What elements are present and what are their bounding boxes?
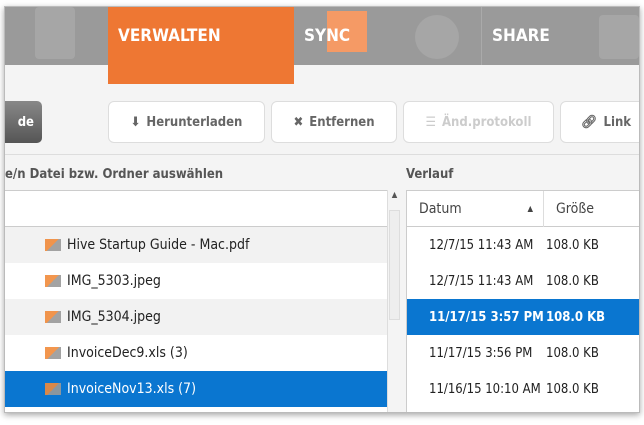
download-button[interactable]: ⬇ Herunterladen xyxy=(108,101,265,143)
file-icon xyxy=(45,347,61,359)
history-size: 108.0 KB xyxy=(546,381,599,397)
history-row[interactable]: 12/7/15 11:43 AM 108.0 KB xyxy=(407,263,639,299)
file-name: IMG_5304.jpeg xyxy=(67,309,161,325)
remove-label: Entfernen xyxy=(309,114,375,130)
history-row[interactable]: 11/16/15 10:10 AM 108.0 KB xyxy=(407,371,639,407)
download-icon: ⬇ xyxy=(130,114,141,130)
file-icon xyxy=(45,383,61,395)
history-row[interactable]: 12/7/15 11:43 AM 108.0 KB xyxy=(407,227,639,263)
history-date: 11/17/15 3:56 PM xyxy=(429,345,533,361)
files-header: e/n Datei bzw. Ordner auswählen xyxy=(5,167,224,182)
history-size: 108.0 KB xyxy=(546,237,599,253)
app-window: VERWALTEN SYNC SHARE de ⬇ Herunterladen ✖… xyxy=(4,6,640,413)
download-label: Herunterladen xyxy=(146,114,243,130)
link-icon: 🔗︎ xyxy=(581,114,598,130)
file-icon xyxy=(45,275,61,287)
close-icon: ✖ xyxy=(293,114,304,130)
file-row[interactable]: InvoiceNov13.xls (7) xyxy=(5,371,387,407)
file-name: InvoiceDec9.xls (3) xyxy=(67,345,188,361)
file-icon xyxy=(45,311,61,323)
file-row[interactable]: IMG_5303.jpeg xyxy=(5,263,387,299)
history-date: 12/7/15 11:43 AM xyxy=(429,273,534,289)
file-row[interactable]: IMG_5304.jpeg xyxy=(5,299,387,335)
file-icon xyxy=(45,239,61,251)
changelog-button[interactable]: ☰ Änd.protokoll xyxy=(403,101,554,143)
history-row[interactable]: 11/17/15 3:57 PM 108.0 KB xyxy=(407,299,639,335)
date-label: Datum xyxy=(419,200,462,217)
history-date: 12/7/15 11:43 AM xyxy=(429,237,534,253)
file-name: IMG_5303.jpeg xyxy=(67,273,161,289)
changelog-label: Änd.protokoll xyxy=(442,114,532,130)
history-header: Verlauf xyxy=(406,167,454,182)
tab-manage[interactable]: VERWALTEN xyxy=(108,7,367,84)
history-size: 108.0 KB xyxy=(546,345,599,361)
list-header xyxy=(5,191,387,227)
file-row[interactable]: InvoiceDec9.xls (3) xyxy=(5,335,387,371)
drive-icon xyxy=(35,7,75,59)
history-date: 11/17/15 3:57 PM xyxy=(429,309,544,325)
dark-button[interactable]: de xyxy=(5,101,42,143)
history-table: Datum ▲ Größe 12/7/15 11:43 AM 108.0 KB 12/… xyxy=(406,190,639,412)
scroll-up-icon[interactable]: ▲ xyxy=(388,190,401,199)
file-name: Hive Startup Guide - Mac.pdf xyxy=(67,237,250,253)
tab-sync[interactable]: SYNC xyxy=(294,7,481,65)
tab-share[interactable]: SHARE xyxy=(481,7,639,65)
link-button[interactable]: 🔗︎ Link xyxy=(560,101,639,143)
sort-asc-icon: ▲ xyxy=(527,204,533,213)
link-label: Link xyxy=(603,114,632,130)
top-nav: VERWALTEN SYNC SHARE xyxy=(5,7,639,84)
scroll-thumb[interactable] xyxy=(389,210,400,320)
file-name: InvoiceNov13.xls (7) xyxy=(67,381,196,397)
list-icon: ☰ xyxy=(425,114,437,130)
size-column-header[interactable]: Größe xyxy=(544,201,594,217)
history-size: 108.0 KB xyxy=(546,309,606,325)
file-list: Hive Startup Guide - Mac.pdf IMG_5303.jpe… xyxy=(5,190,387,412)
scrollbar[interactable]: ▲ xyxy=(387,190,401,412)
divider xyxy=(5,154,639,155)
history-table-header: Datum ▲ Größe xyxy=(407,190,639,227)
file-row[interactable]: Hive Startup Guide - Mac.pdf xyxy=(5,227,387,263)
history-date: 11/16/15 10:10 AM xyxy=(429,381,541,397)
history-size: 108.0 KB xyxy=(546,273,599,289)
date-column-header[interactable]: Datum ▲ xyxy=(407,190,544,227)
remove-button[interactable]: ✖ Entfernen xyxy=(271,101,397,143)
history-row[interactable]: 11/17/15 3:56 PM 108.0 KB xyxy=(407,335,639,371)
tab-label: VERWALTEN xyxy=(118,26,221,46)
